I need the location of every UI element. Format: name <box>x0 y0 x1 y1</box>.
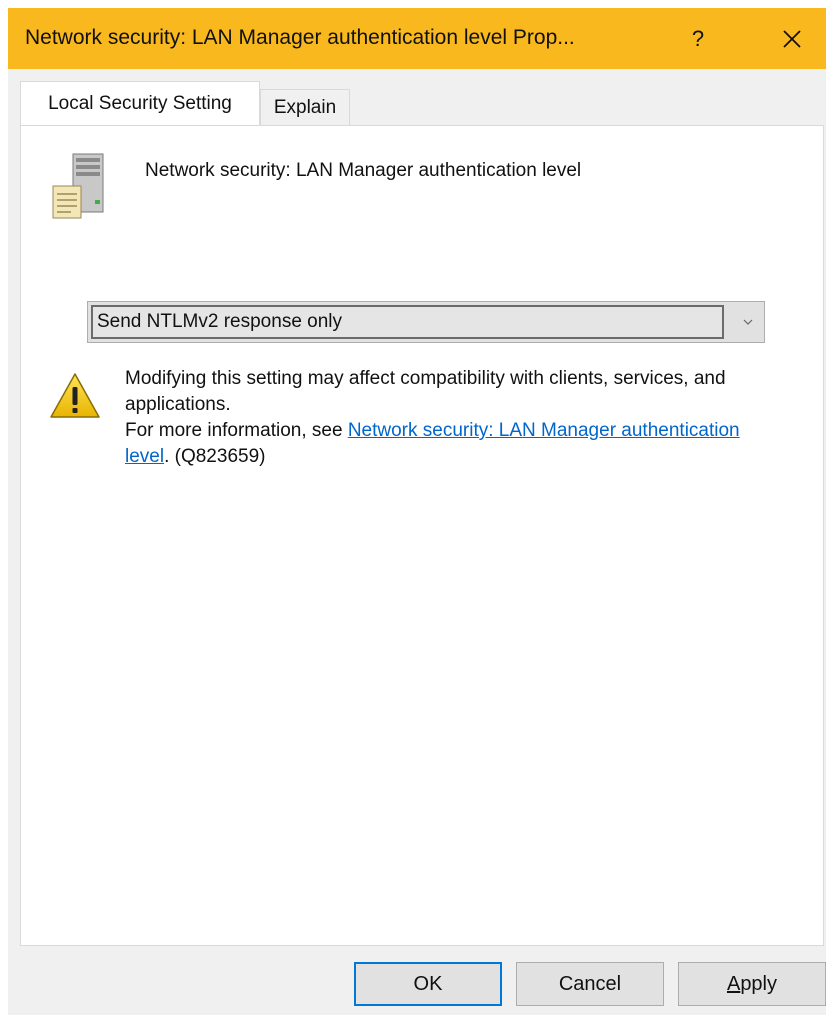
warning-line: Modifying this setting may affect compat… <box>125 368 726 415</box>
help-icon: ? <box>691 25 705 51</box>
warning-message: Modifying this setting may affect compat… <box>125 366 785 470</box>
kb-reference: . (Q823659) <box>164 446 266 467</box>
cancel-button[interactable]: Cancel <box>516 962 664 1006</box>
apply-button[interactable]: Apply <box>678 962 826 1006</box>
title-bar[interactable]: Network security: LAN Manager authentica… <box>8 8 826 69</box>
close-icon <box>783 29 801 48</box>
tab-local-security-setting[interactable]: Local Security Setting <box>20 81 260 125</box>
properties-dialog: Network security: LAN Manager authentica… <box>8 8 826 1015</box>
tab-panel: Network security: LAN Manager authentica… <box>20 125 824 946</box>
apply-label-rest: pply <box>740 972 778 995</box>
dropdown-selected-value: Send NTLMv2 response only <box>91 305 724 339</box>
close-button[interactable] <box>762 8 822 69</box>
button-bar: OK Cancel Apply <box>8 946 826 1015</box>
server-icon <box>52 153 104 219</box>
tab-explain[interactable]: Explain <box>260 89 350 125</box>
policy-value-dropdown[interactable]: Send NTLMv2 response only <box>87 301 765 343</box>
window-title: Network security: LAN Manager authentica… <box>25 26 575 49</box>
ok-button[interactable]: OK <box>354 962 502 1006</box>
more-info-prefix: For more information, see <box>125 420 348 441</box>
apply-accelerator: A <box>726 972 741 995</box>
warning-icon <box>50 373 100 418</box>
chevron-down-icon[interactable] <box>738 312 758 332</box>
policy-name: Network security: LAN Manager authentica… <box>145 160 582 181</box>
help-button[interactable]: ? <box>668 8 728 69</box>
